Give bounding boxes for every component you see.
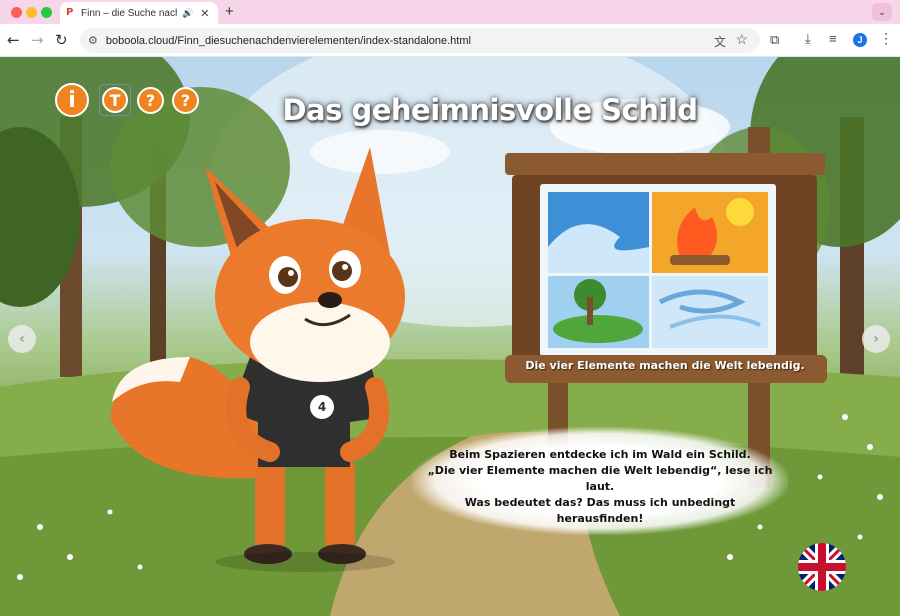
maximize-window-button[interactable] [41,7,52,18]
browser-toolbar: ← → ↻ ⚙ boboola.cloud/Finn_diesuchenachd… [0,24,900,57]
story-page: i T ? ? Das geheimnisvolle Schild 4 Die … [0,57,900,616]
extensions-icon[interactable]: ⧉ [770,32,779,48]
story-text: Beim Spazieren entdecke ich im Wald ein … [420,447,780,527]
address-bar[interactable]: ⚙ boboola.cloud/Finn_diesuchenachdenvier… [80,28,760,53]
download-icon[interactable]: ⤓ [805,31,811,47]
new-tab-icon[interactable]: + [225,3,234,21]
sign-caption: Die vier Elemente machen die Welt lebend… [525,359,805,372]
star-icon[interactable]: ☆ [735,31,748,48]
tab-search-button[interactable]: ⌄ [872,3,892,21]
url-text[interactable]: boboola.cloud/Finn_diesuchenachdenvierel… [106,35,471,47]
story-line: Was bedeutet das? Das muss ich unbedingt… [464,496,736,525]
minimize-window-button[interactable] [26,7,37,18]
text-icon: T [102,87,128,113]
profile-avatar[interactable]: J [853,33,867,47]
media-icon[interactable]: ≡ [829,31,837,46]
forward-icon[interactable]: → [31,32,44,48]
text-toggle-button[interactable]: T [99,84,131,116]
uk-flag-icon[interactable] [798,543,846,591]
reload-icon[interactable]: ↻ [55,32,68,48]
back-icon[interactable]: ← [7,32,20,48]
help-button-1[interactable]: ? [137,87,164,114]
page-title: Das geheimnisvolle Schild [282,93,698,127]
info-button[interactable]: i [55,83,89,117]
tab-title: Finn – die Suche nach den [81,7,177,19]
previous-page-button[interactable]: ‹ [8,325,36,353]
site-info-icon[interactable]: ⚙ [88,34,98,47]
help-button-2[interactable]: ? [172,87,199,114]
translate-icon[interactable]: 文 [714,33,726,50]
audio-icon[interactable]: 🔊 [182,8,193,19]
browser-tab[interactable]: P Finn – die Suche nach den 🔊 ✕ [60,2,218,24]
story-line: „Die vier Elemente machen die Welt leben… [427,464,773,493]
close-icon[interactable]: ✕ [200,7,209,20]
shirt-number: 4 [317,400,327,414]
boboola-favicon-icon: P [66,7,74,18]
close-window-button[interactable] [11,7,22,18]
more-icon[interactable]: ⋮ [879,30,893,47]
tab-bar: P Finn – die Suche nach den 🔊 ✕ + ⌄ [0,0,900,24]
next-page-button[interactable]: › [862,325,890,353]
story-line: Beim Spazieren entdecke ich im Wald ein … [449,448,751,461]
